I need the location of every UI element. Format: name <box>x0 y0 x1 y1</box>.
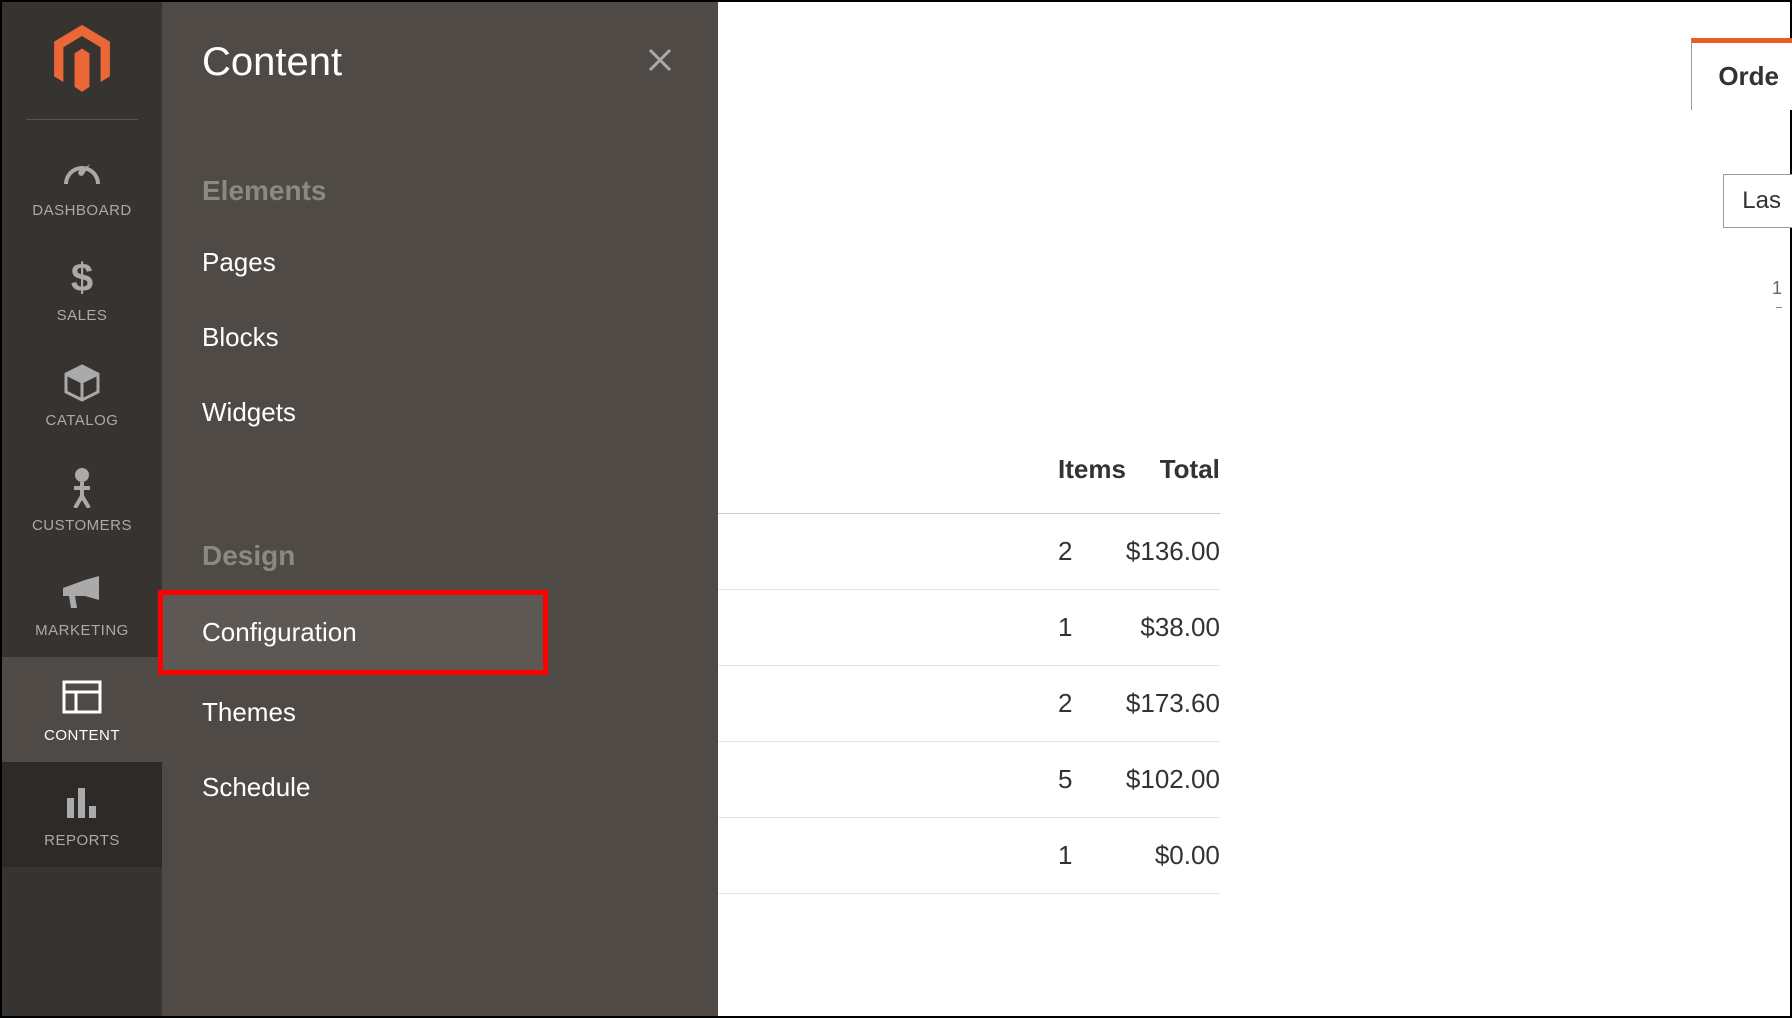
magento-logo-icon <box>51 24 113 99</box>
cell-items: 2 <box>718 514 1126 590</box>
table-row[interactable]: 1$38.00 <box>718 590 1220 666</box>
col-total: Total <box>1126 454 1220 514</box>
box-icon <box>60 360 104 404</box>
svg-text:$: $ <box>71 256 93 299</box>
nav-label: SALES <box>57 307 108 324</box>
divider <box>26 119 138 120</box>
flyout-item-blocks[interactable]: Blocks <box>162 300 718 375</box>
col-items: Items <box>718 454 1126 514</box>
cell-items: 1 <box>718 818 1126 894</box>
cell-items: 2 <box>718 666 1126 742</box>
tab-orders[interactable]: Orde <box>1691 38 1792 110</box>
sidebar-item-dashboard[interactable]: DASHBOARD <box>2 132 162 237</box>
close-icon <box>646 46 674 79</box>
close-button[interactable] <box>642 45 678 81</box>
flyout-item-configuration[interactable]: Configuration <box>158 590 548 675</box>
table-row[interactable]: 5$102.00 <box>718 742 1220 818</box>
table-row[interactable]: 1$0.00 <box>718 818 1220 894</box>
bar-chart-icon <box>60 780 104 824</box>
flyout-header: Content <box>162 40 718 115</box>
section-title-elements: Elements <box>162 115 718 225</box>
flyout-item-widgets[interactable]: Widgets <box>162 375 718 450</box>
nav-label: MARKETING <box>35 622 129 639</box>
tab-strip: Orde <box>1691 38 1792 110</box>
cell-items: 5 <box>718 742 1126 818</box>
cell-total: $136.00 <box>1126 514 1220 590</box>
nav-label: CONTENT <box>44 727 120 744</box>
date-filter-select[interactable]: Las <box>1723 174 1792 228</box>
sidebar-item-marketing[interactable]: MARKETING <box>2 552 162 657</box>
megaphone-icon <box>60 570 104 614</box>
flyout-title: Content <box>202 40 342 85</box>
content-area: Orde Las 1 Items Total 2$136.00 1$38.00 … <box>718 2 1790 1016</box>
date-filter-wrap: Las <box>1723 174 1792 228</box>
nav-label: CUSTOMERS <box>32 517 132 534</box>
dollar-icon: $ <box>60 255 104 299</box>
sidebar-item-sales[interactable]: $ SALES <box>2 237 162 342</box>
sidebar-item-customers[interactable]: CUSTOMERS <box>2 447 162 552</box>
flyout-item-pages[interactable]: Pages <box>162 225 718 300</box>
nav-label: DASHBOARD <box>32 202 132 219</box>
flyout-item-schedule[interactable]: Schedule <box>162 750 718 825</box>
cell-total: $102.00 <box>1126 742 1220 818</box>
sidebar-item-content[interactable]: CONTENT <box>2 657 162 762</box>
section-title-design: Design <box>162 450 718 590</box>
cell-total: $173.60 <box>1126 666 1220 742</box>
flyout-item-themes[interactable]: Themes <box>162 675 718 750</box>
chart-y-tick: 1 <box>1772 278 1782 299</box>
nav-label: CATALOG <box>46 412 119 429</box>
cell-total: $38.00 <box>1126 590 1220 666</box>
nav-label: REPORTS <box>44 832 120 849</box>
table-row[interactable]: 2$136.00 <box>718 514 1220 590</box>
sidebar-item-catalog[interactable]: CATALOG <box>2 342 162 447</box>
main-sidebar: DASHBOARD $ SALES CATALOG CUSTOMERS MARK… <box>2 2 162 1016</box>
content-flyout: Content Elements Pages Blocks Widgets De… <box>162 2 718 1016</box>
logo[interactable] <box>2 2 162 119</box>
gauge-icon <box>60 150 104 194</box>
cell-items: 1 <box>718 590 1126 666</box>
chart-tick-line <box>1776 307 1782 308</box>
orders-table: Items Total 2$136.00 1$38.00 2$173.60 5$… <box>718 454 1220 894</box>
person-icon <box>60 465 104 509</box>
cell-total: $0.00 <box>1126 818 1220 894</box>
sidebar-item-reports[interactable]: REPORTS <box>2 762 162 867</box>
layout-icon <box>60 675 104 719</box>
table-row[interactable]: 2$173.60 <box>718 666 1220 742</box>
